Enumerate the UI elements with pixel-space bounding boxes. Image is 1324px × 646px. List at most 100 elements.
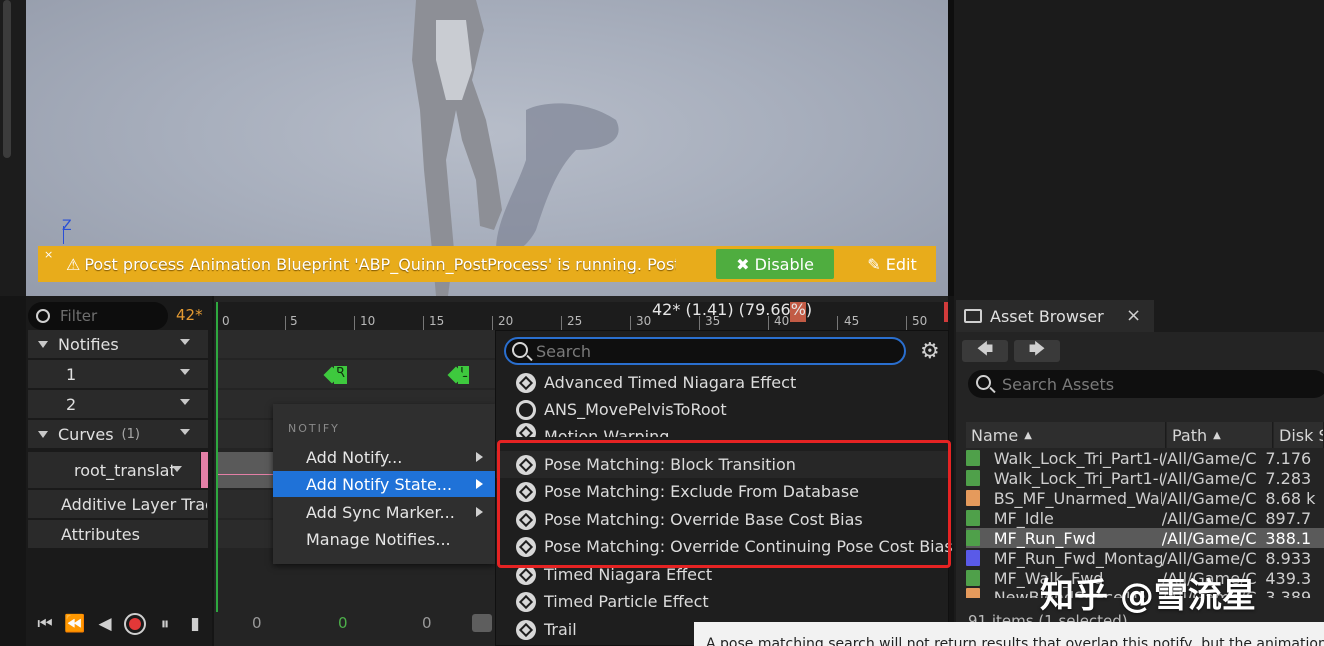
menu-item-manage-notifies[interactable]: Manage Notifies... <box>273 526 495 552</box>
ruler-label: 10 <box>360 314 376 328</box>
blend-space-icon <box>966 490 980 506</box>
viewport[interactable]: Z × ⚠ Post process Animation Blueprint '… <box>26 0 948 296</box>
gear-icon[interactable]: ⚙ <box>920 339 940 364</box>
asset-row[interactable]: MF_Run_Fwd_Montag/All/Game/C 8.933 <box>966 548 1324 568</box>
search-icon <box>36 309 50 323</box>
option-advanced-timed-niagara[interactable]: Advanced Timed Niagara Effect <box>496 369 948 396</box>
track-notify-2[interactable]: 2 <box>28 390 208 418</box>
filter-input[interactable]: Filter <box>28 302 168 330</box>
record-icon[interactable] <box>122 611 148 637</box>
chevron-down-icon[interactable] <box>180 399 190 405</box>
left-strip <box>0 0 26 296</box>
asset-size: 3.389 <box>1265 588 1312 598</box>
anim-sequence-icon <box>966 570 980 586</box>
step-back-icon[interactable]: ⏪ <box>62 611 88 637</box>
chevron-down-icon[interactable] <box>180 429 190 435</box>
asset-path: /All/Game/C <box>1161 448 1257 468</box>
time-start-value[interactable]: 0 <box>252 614 262 632</box>
menu-item-add-notify[interactable]: Add Notify... <box>273 444 495 470</box>
warning-message: Post process Animation Blueprint 'ABP_Qu… <box>84 254 676 274</box>
option-timed-particle[interactable]: Timed Particle Effect <box>496 588 948 615</box>
start-line <box>216 302 218 612</box>
option-ans-move-pelvis[interactable]: ANS_MovePelvisToRoot <box>496 396 948 423</box>
track-label: Attributes <box>61 524 140 544</box>
warning-close-icon[interactable]: × <box>44 248 53 261</box>
time-ruler[interactable]: 0 5 10 15 20 25 30 35 40 45 50 <box>214 302 948 330</box>
ruler-label: 15 <box>429 314 445 328</box>
column-name[interactable]: Name ▲ <box>966 422 1166 448</box>
track-additive-layer[interactable]: Additive Layer Trac <box>28 490 208 518</box>
ruler-label: 30 <box>636 314 652 328</box>
time-end-value[interactable]: 0 <box>422 614 432 632</box>
search-placeholder: Search <box>536 341 591 361</box>
column-label: Path <box>1172 425 1208 445</box>
chevron-down-icon[interactable] <box>180 369 190 375</box>
anim-sequence-icon <box>966 510 980 526</box>
expand-icon[interactable] <box>38 340 48 348</box>
play-reverse-icon[interactable]: ◀ <box>92 611 118 637</box>
asset-size: 439.3 <box>1265 568 1312 588</box>
folder-icon <box>964 309 982 323</box>
expand-icon[interactable] <box>38 430 48 438</box>
timeline-scroll-thumb[interactable] <box>472 614 492 632</box>
option-label: Trail <box>544 620 577 639</box>
asset-row[interactable]: MF_Idle/All/Game/C 897.7 <box>966 508 1324 528</box>
curves-count: (1) <box>121 426 140 442</box>
asset-size: 388.1 <box>1265 528 1312 548</box>
submenu-search-input[interactable]: Search <box>504 337 906 365</box>
track-curves[interactable]: Curves (1) <box>28 420 208 448</box>
track-notifies[interactable]: Notifies <box>28 330 208 358</box>
notify-key-r[interactable]: R <box>323 366 350 384</box>
column-disk-size[interactable]: Disk S <box>1274 422 1324 448</box>
ruler-tick <box>837 316 838 330</box>
search-assets-input[interactable]: Search Assets <box>968 370 1324 398</box>
asset-name: MF_Run_Fwd <box>993 528 1096 548</box>
asset-row[interactable]: Walk_Lock_Tri_Part1-(/All/Game/C 7.283 <box>966 468 1324 488</box>
track-notify-1[interactable]: 1 <box>28 360 208 388</box>
menu-item-add-notify-state[interactable]: Add Notify State... <box>273 471 495 497</box>
skip-start-icon[interactable]: ⏮ <box>32 611 58 637</box>
tab-asset-browser[interactable]: Asset Browser × <box>956 300 1154 332</box>
blueprint-class-icon <box>516 400 536 420</box>
search-icon <box>512 342 528 358</box>
disable-button[interactable]: ✖ Disable <box>716 249 834 279</box>
asset-row[interactable]: Walk_Lock_Tri_Part1-(/All/Game/C 7.176 <box>966 448 1324 468</box>
menu-item-label: Manage Notifies... <box>306 529 451 549</box>
close-icon[interactable]: × <box>1126 305 1141 326</box>
chevron-down-icon[interactable] <box>180 339 190 345</box>
asset-name: MF_Run_Fwd_Montag <box>993 548 1162 568</box>
asset-name: Walk_Lock_Tri_Part1-( <box>993 448 1162 468</box>
watermark: 知乎 @雪流星 <box>1040 576 1256 616</box>
playback-controls: ⏮ ⏪ ◀ ⏸ ▮ <box>26 606 212 642</box>
notify-class-icon <box>516 620 536 640</box>
forward-button[interactable]: 🡆 <box>1014 339 1060 362</box>
anim-montage-icon <box>966 550 980 566</box>
blend-space-icon <box>966 588 980 598</box>
notify-class-icon <box>516 373 536 393</box>
curve-preview[interactable] <box>218 452 278 488</box>
time-current-value[interactable]: 0 <box>338 614 348 632</box>
search-placeholder: Search Assets <box>1002 374 1115 394</box>
ruler-tick <box>630 316 631 330</box>
frame-count: 42* <box>176 306 203 324</box>
track-attributes[interactable]: Attributes <box>28 520 208 548</box>
back-button[interactable]: 🡄 <box>962 339 1008 362</box>
ruler-tick <box>906 316 907 330</box>
asset-row[interactable]: BS_MF_Unarmed_Walk/All/Game/C 8.68 k <box>966 488 1324 508</box>
asset-row-selected[interactable]: MF_Run_Fwd/All/Game/C 388.1 <box>966 528 1324 548</box>
left-scrollbar[interactable] <box>3 0 11 158</box>
pause-icon[interactable]: ⏸ <box>152 611 178 637</box>
option-motion-warping[interactable]: Motion Warping <box>496 423 948 437</box>
filter-placeholder: Filter <box>60 307 98 325</box>
step-forward-icon[interactable]: ▮ <box>182 611 208 637</box>
menu-item-label: Add Sync Marker... <box>306 502 455 522</box>
end-marker[interactable] <box>944 302 948 322</box>
chevron-down-icon[interactable] <box>172 466 182 472</box>
column-path[interactable]: Path ▲ <box>1167 422 1273 448</box>
notify-key-l[interactable]: L <box>447 366 474 384</box>
sort-up-icon: ▲ <box>1213 429 1221 441</box>
track-label: 1 <box>66 364 77 384</box>
edit-button[interactable]: ✎ Edit <box>854 249 930 279</box>
menu-item-add-sync-marker[interactable]: Add Sync Marker... <box>273 499 495 525</box>
track-curve-item[interactable]: root_translat <box>28 452 200 488</box>
